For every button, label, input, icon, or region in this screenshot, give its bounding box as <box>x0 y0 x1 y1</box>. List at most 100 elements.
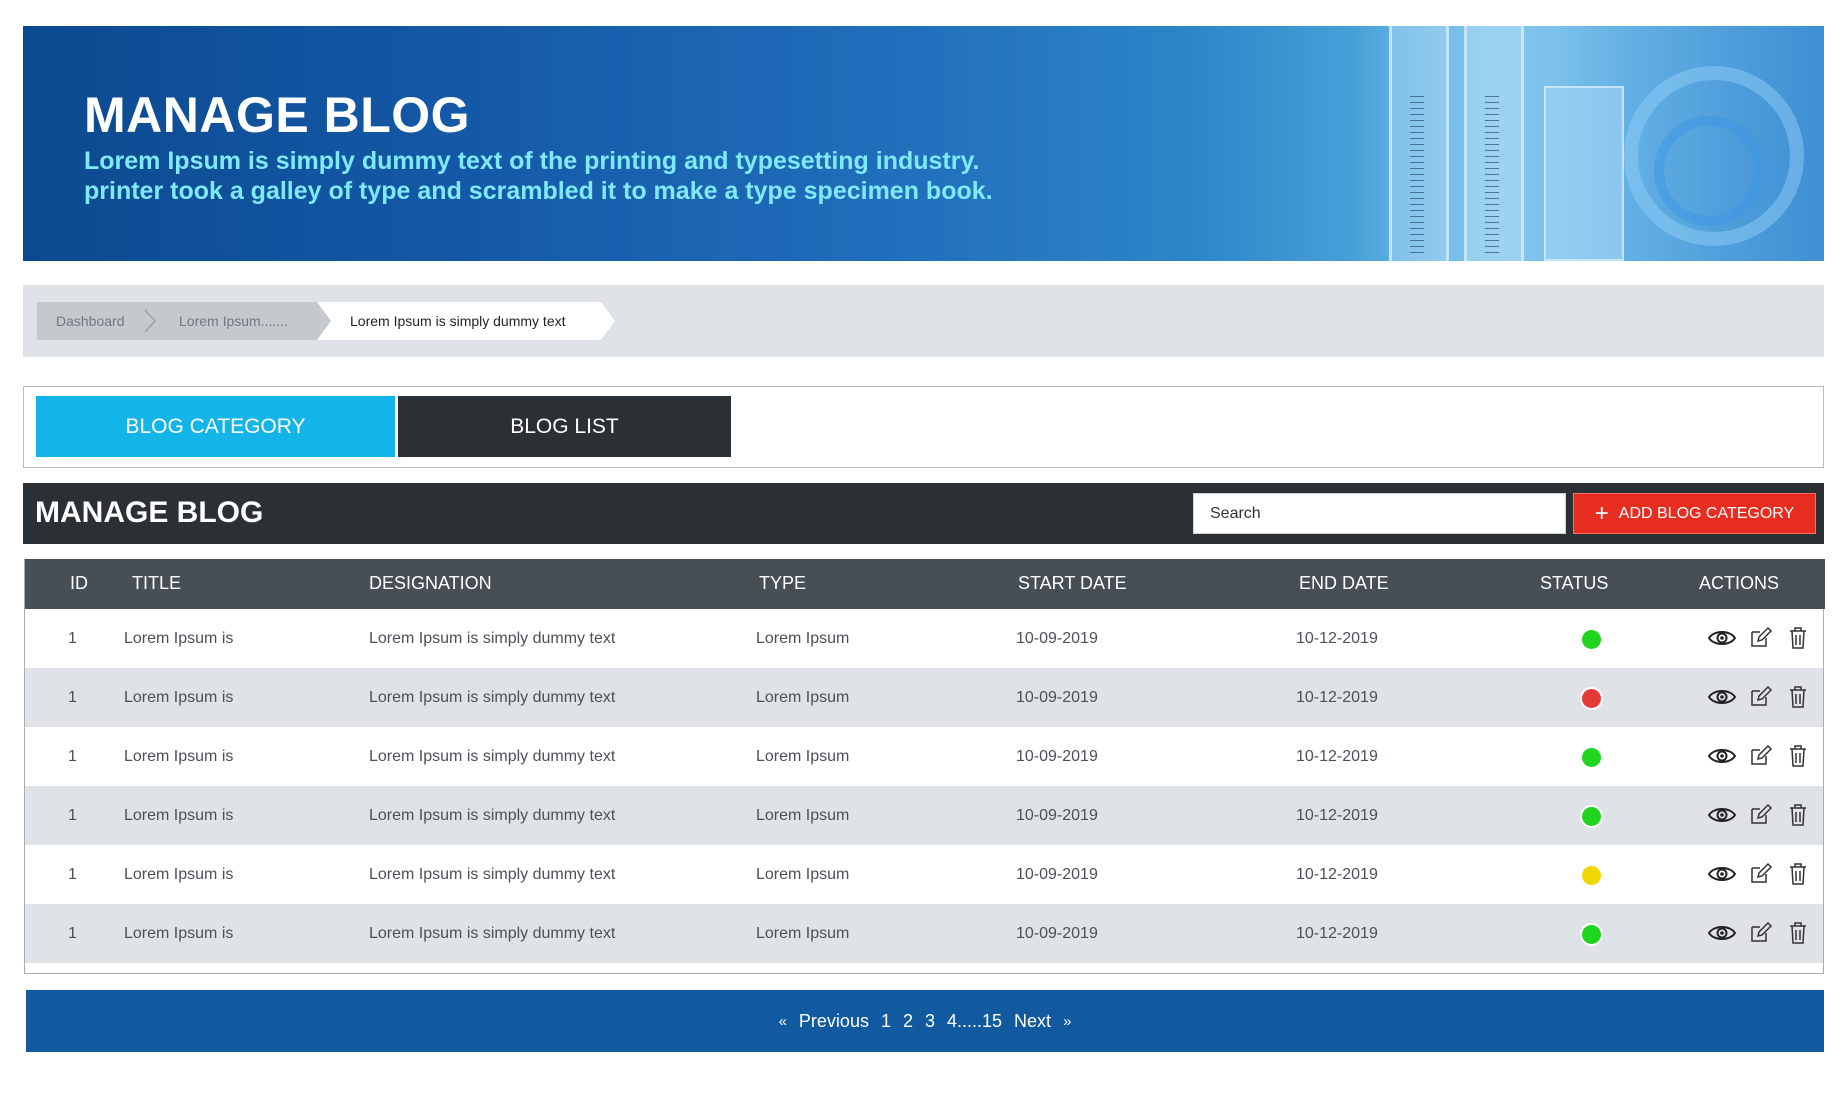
cell-designation: Lorem Ipsum is simply dummy text <box>369 807 616 824</box>
next-page-link[interactable]: Next <box>1014 1011 1051 1032</box>
add-blog-category-button[interactable]: + ADD BLOG CATEGORY <box>1573 493 1816 534</box>
column-header-actions: ACTIONS <box>1699 573 1780 593</box>
section-title: MANAGE BLOG <box>35 496 264 529</box>
cell-type: Lorem Ipsum <box>756 866 850 883</box>
eye-icon[interactable] <box>1707 803 1737 827</box>
cell-end-date: 10-12-2019 <box>1296 866 1378 883</box>
previous-page-link[interactable]: Previous <box>799 1011 869 1032</box>
search-input[interactable] <box>1193 493 1566 534</box>
eye-icon[interactable] <box>1707 862 1737 886</box>
edit-icon[interactable] <box>1747 744 1773 768</box>
status-indicator <box>1582 807 1601 826</box>
pagination: « Previous 1 2 3 4.....15 Next » <box>26 990 1824 1052</box>
edit-icon[interactable] <box>1747 626 1773 650</box>
trash-icon[interactable] <box>1785 744 1811 768</box>
breadcrumb-item-dashboard[interactable]: Dashboard <box>56 313 125 329</box>
cell-start-date: 10-09-2019 <box>1016 748 1098 765</box>
breadcrumb-item-current: Lorem Ipsum is simply dummy text <box>350 313 566 329</box>
banner-scale <box>1485 96 1499 256</box>
chevron-left-icon[interactable]: « <box>779 1013 787 1030</box>
trash-icon[interactable] <box>1785 862 1811 886</box>
cell-id: 1 <box>68 630 77 647</box>
page-link-1[interactable]: 1 <box>881 1011 891 1032</box>
cell-end-date: 10-12-2019 <box>1296 630 1378 647</box>
cell-type: Lorem Ipsum <box>756 925 850 942</box>
cell-end-date: 10-12-2019 <box>1296 748 1378 765</box>
cell-start-date: 10-09-2019 <box>1016 866 1098 883</box>
table-row: 1 Lorem Ipsum is Lorem Ipsum is simply dum… <box>25 668 1823 727</box>
status-indicator <box>1582 925 1601 944</box>
table-row: 1 Lorem Ipsum is Lorem Ipsum is simply dum… <box>25 727 1823 786</box>
cell-start-date: 10-09-2019 <box>1016 925 1098 942</box>
edit-icon[interactable] <box>1747 921 1773 945</box>
column-header-type: TYPE <box>759 573 807 593</box>
cell-type: Lorem Ipsum <box>756 689 850 706</box>
eye-icon[interactable] <box>1707 685 1737 709</box>
eye-icon[interactable] <box>1707 921 1737 945</box>
edit-icon[interactable] <box>1747 862 1773 886</box>
cell-designation: Lorem Ipsum is simply dummy text <box>369 630 616 647</box>
column-header-id: ID <box>70 573 88 593</box>
cell-title: Lorem Ipsum is <box>124 748 234 765</box>
cell-title: Lorem Ipsum is <box>124 630 234 647</box>
column-header-status: STATUS <box>1540 573 1609 593</box>
cell-designation: Lorem Ipsum is simply dummy text <box>369 748 616 765</box>
tab-blog-list[interactable]: BLOG LIST <box>398 396 731 457</box>
cell-designation: Lorem Ipsum is simply dummy text <box>369 925 616 942</box>
cell-title: Lorem Ipsum is <box>124 925 234 942</box>
breadcrumb-arrow <box>601 302 615 340</box>
trash-icon[interactable] <box>1785 685 1811 709</box>
cell-type: Lorem Ipsum <box>756 748 850 765</box>
table-row: 1 Lorem Ipsum is Lorem Ipsum is simply dum… <box>25 845 1823 904</box>
edit-icon[interactable] <box>1747 685 1773 709</box>
column-header-title: TITLE <box>132 573 182 593</box>
banner-machine-image <box>1354 26 1824 261</box>
banner-block <box>1544 86 1624 261</box>
page-subtitle: Lorem Ipsum is simply dummy text of the … <box>84 147 993 205</box>
status-indicator <box>1582 866 1601 885</box>
edit-icon[interactable] <box>1747 803 1773 827</box>
breadcrumb-item-lorem[interactable]: Lorem Ipsum....... <box>179 313 288 329</box>
cell-id: 1 <box>68 807 77 824</box>
table-header: ID TITLE DESIGNATION TYPE START DATE END… <box>25 559 1825 609</box>
page-link-range[interactable]: 4.....15 <box>947 1011 1002 1032</box>
trash-icon[interactable] <box>1785 803 1811 827</box>
column-header-start-date: START DATE <box>1018 573 1127 593</box>
add-button-label: ADD BLOG CATEGORY <box>1618 504 1795 522</box>
banner-ring <box>1654 116 1764 226</box>
table-row: 1 Lorem Ipsum is Lorem Ipsum is simply dum… <box>25 786 1823 845</box>
trash-icon[interactable] <box>1785 921 1811 945</box>
cell-id: 1 <box>68 866 77 883</box>
blog-table: ID TITLE DESIGNATION TYPE START DATE END… <box>24 559 1825 974</box>
chevron-right-icon <box>144 309 157 333</box>
eye-icon[interactable] <box>1707 744 1737 768</box>
tab-blog-category[interactable]: BLOG CATEGORY <box>36 396 395 457</box>
trash-icon[interactable] <box>1785 626 1811 650</box>
status-indicator <box>1582 748 1601 767</box>
cell-title: Lorem Ipsum is <box>124 807 234 824</box>
cell-type: Lorem Ipsum <box>756 630 850 647</box>
cell-title: Lorem Ipsum is <box>124 866 234 883</box>
plus-icon: + <box>1594 499 1609 527</box>
tabs-container: BLOG CATEGORY BLOG LIST <box>23 386 1824 468</box>
table-row: 1 Lorem Ipsum is Lorem Ipsum is simply dum… <box>25 904 1823 963</box>
cell-start-date: 10-09-2019 <box>1016 630 1098 647</box>
column-header-end-date: END DATE <box>1299 573 1389 593</box>
cell-id: 1 <box>68 748 77 765</box>
cell-end-date: 10-12-2019 <box>1296 689 1378 706</box>
cell-start-date: 10-09-2019 <box>1016 689 1098 706</box>
cell-designation: Lorem Ipsum is simply dummy text <box>369 689 616 706</box>
cell-title: Lorem Ipsum is <box>124 689 234 706</box>
page-link-2[interactable]: 2 <box>903 1011 913 1032</box>
cell-id: 1 <box>68 689 77 706</box>
cell-end-date: 10-12-2019 <box>1296 807 1378 824</box>
eye-icon[interactable] <box>1707 626 1737 650</box>
cell-id: 1 <box>68 925 77 942</box>
page-title: MANAGE BLOG <box>84 87 471 143</box>
page-link-3[interactable]: 3 <box>925 1011 935 1032</box>
cell-designation: Lorem Ipsum is simply dummy text <box>369 866 616 883</box>
chevron-right-icon[interactable]: » <box>1063 1013 1071 1030</box>
cell-start-date: 10-09-2019 <box>1016 807 1098 824</box>
cell-end-date: 10-12-2019 <box>1296 925 1378 942</box>
manage-toolbar: MANAGE BLOG + ADD BLOG CATEGORY <box>23 483 1824 544</box>
